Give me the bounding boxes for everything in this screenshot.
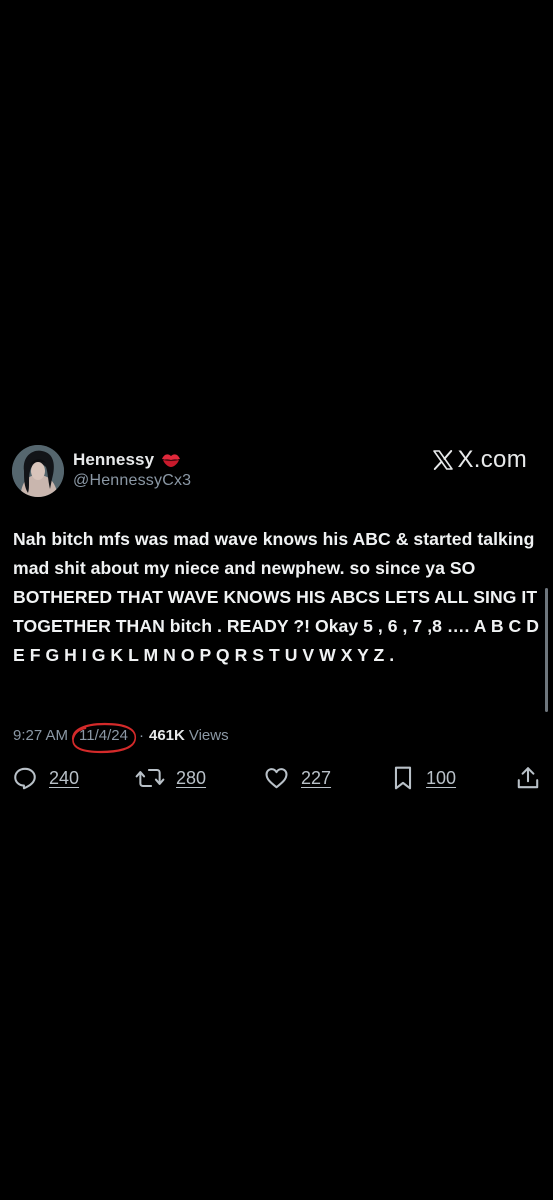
tweet-card: Hennessy @HennessyCx3 X.com Nah bitch mf… xyxy=(0,0,553,1200)
tweet-meta: 9:27 AM 11/4/24 · 461K Views xyxy=(13,722,229,753)
brand-text: X.com xyxy=(457,446,527,473)
x-logo-icon xyxy=(433,450,454,470)
bookmark-button[interactable]: 100 xyxy=(391,762,456,794)
action-bar: 240 280 227 100 xyxy=(12,762,542,794)
display-name[interactable]: Hennessy xyxy=(73,450,154,470)
retweet-button[interactable]: 280 xyxy=(135,762,206,794)
kiss-mark-icon xyxy=(160,451,182,469)
reply-button[interactable]: 240 xyxy=(12,762,79,794)
scrollbar[interactable] xyxy=(545,588,548,712)
share-button[interactable] xyxy=(515,762,541,794)
tweet-text: Nah bitch mfs was mad wave knows his ABC… xyxy=(13,529,544,665)
brand-watermark: X.com xyxy=(431,446,527,474)
share-icon xyxy=(517,767,539,789)
user-handle[interactable]: @HennessyCx3 xyxy=(73,472,191,490)
retweet-icon xyxy=(135,768,165,788)
tweet-date[interactable]: 11/4/24 xyxy=(79,727,128,744)
like-count[interactable]: 227 xyxy=(301,768,331,789)
tweet-date-wrapper: 11/4/24 xyxy=(72,722,136,753)
heart-icon xyxy=(265,768,288,789)
avatar[interactable] xyxy=(12,445,64,497)
like-button[interactable]: 227 xyxy=(263,762,331,794)
views-count: 461K xyxy=(148,726,185,744)
user-info[interactable]: Hennessy @HennessyCx3 xyxy=(73,449,191,490)
avatar-image xyxy=(12,445,64,497)
reply-count[interactable]: 240 xyxy=(49,768,79,789)
reply-icon xyxy=(14,767,36,790)
bookmark-icon xyxy=(394,766,412,790)
display-name-row: Hennessy xyxy=(73,449,191,471)
bookmark-count[interactable]: 100 xyxy=(426,768,456,789)
tweet-time[interactable]: 9:27 AM xyxy=(13,727,68,744)
views-label: Views xyxy=(188,726,229,744)
meta-separator: · xyxy=(138,726,144,744)
retweet-count[interactable]: 280 xyxy=(176,768,206,789)
